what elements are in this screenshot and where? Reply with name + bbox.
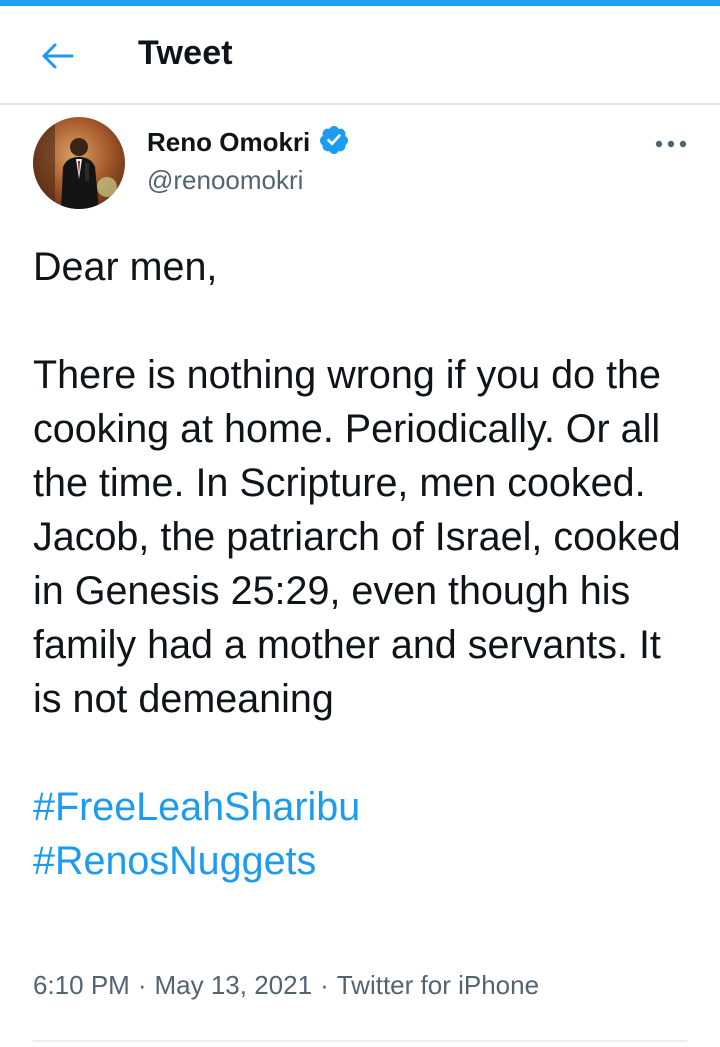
tweet-paragraph: Dear men, (33, 245, 218, 289)
divider (33, 1040, 687, 1042)
tweet-text: Dear men, There is nothing wrong if you … (33, 240, 693, 888)
tweet-source[interactable]: Twitter for iPhone (337, 970, 539, 1000)
author-handle[interactable]: @renoomokri (147, 165, 303, 196)
arrow-left-icon (42, 43, 74, 69)
tweet-metadata: 6:10 PM · May 13, 2021 · Twitter for iPhone (33, 970, 539, 1001)
tweet-time[interactable]: 6:10 PM (33, 970, 130, 1000)
more-horizontal-icon (655, 140, 687, 148)
hashtag-link[interactable]: #RenosNuggets (33, 834, 693, 888)
page-title: Tweet (138, 34, 233, 72)
more-options-button[interactable] (646, 129, 696, 159)
hashtag-link[interactable]: #FreeLeahSharibu (33, 780, 693, 834)
tweet-date[interactable]: May 13, 2021 (155, 970, 313, 1000)
app-header: Tweet (0, 6, 720, 105)
verified-badge-icon (319, 126, 348, 154)
tweet-paragraph: There is nothing wrong if you do the coo… (33, 353, 681, 721)
author-display-name[interactable]: Reno Omokri (147, 127, 310, 158)
back-button[interactable] (30, 30, 86, 82)
avatar[interactable] (33, 117, 125, 209)
separator: · (137, 970, 147, 1000)
tweet-author: Reno Omokri @renoomokri (0, 105, 720, 215)
separator: · (320, 970, 329, 1000)
